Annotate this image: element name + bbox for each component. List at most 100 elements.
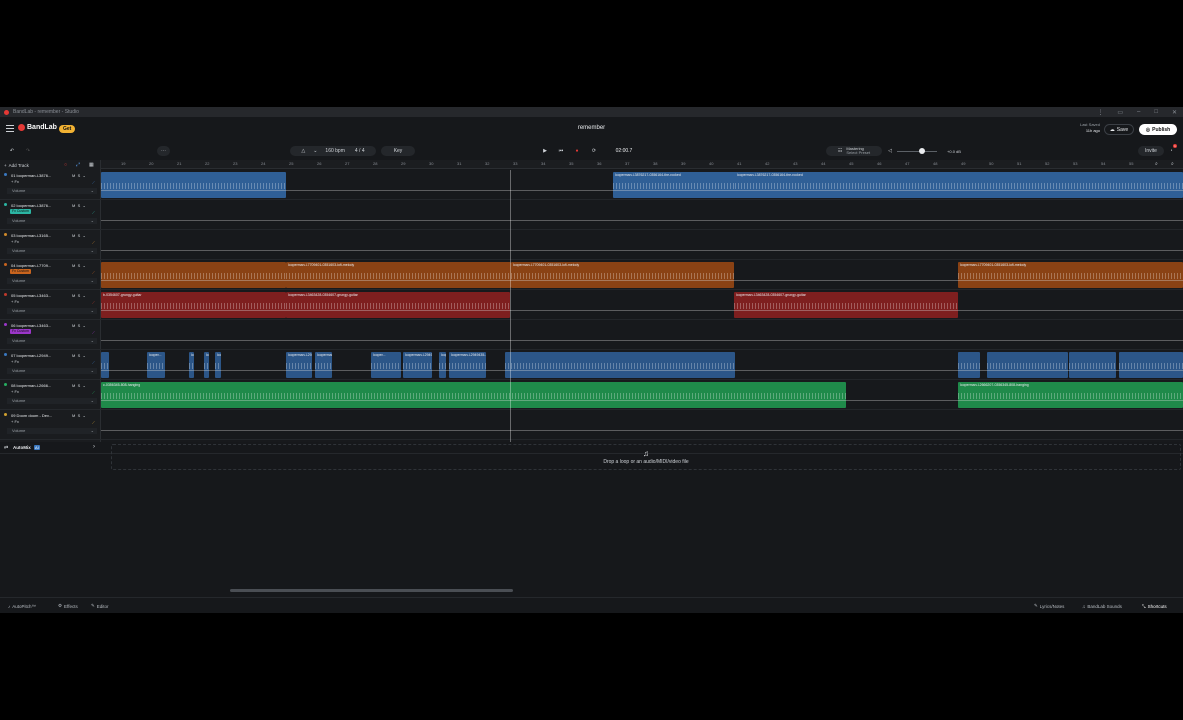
audio-clip[interactable]: c-0356345-808-hanging [101, 382, 846, 408]
track-lane[interactable]: looper... looperman... loope... looper... lo… [101, 350, 1183, 380]
bandlab-sounds-button[interactable]: ♫ BandLab Sounds [1082, 602, 1122, 610]
fx-power-icon[interactable]: ⟋ [92, 300, 95, 305]
audio-clip[interactable]: looperman-l-7709401-0351603-lofi-melody [286, 262, 511, 288]
add-track-button[interactable]: + Add Track [4, 162, 29, 169]
fx-custom-tag[interactable]: Fx Custom [10, 209, 31, 214]
track-header[interactable]: 08 looperman-l-2666... M S ⌄ + Fx ⟋ Volume ⌄ [0, 380, 101, 410]
volume-automation-line[interactable] [101, 340, 1183, 341]
audio-clip[interactable]: looperman-l-2949435-0350095-guerrero-kus… [315, 352, 332, 378]
fx-button[interactable]: + Fx [11, 179, 19, 184]
maximize-icon[interactable]: □ [1154, 109, 1158, 115]
volume-automation-select[interactable]: Volume ⌄ [7, 338, 97, 344]
fx-power-icon[interactable]: ⟋ [92, 420, 95, 425]
snap-icon[interactable]: ⤢ [76, 162, 80, 168]
mute-solo-buttons[interactable]: M S ⌄ [72, 413, 86, 418]
volume-automation-line[interactable] [101, 400, 1183, 401]
fx-button[interactable]: + Fx [11, 389, 19, 394]
mute-solo-buttons[interactable]: M S ⌄ [72, 173, 86, 178]
track-lane[interactable] [101, 320, 1183, 350]
volume-automation-select[interactable]: Volume ⌄ [7, 428, 97, 434]
playhead[interactable] [510, 170, 511, 442]
lyrics-notes-button[interactable]: ✎ Lyrics/Notes [1034, 602, 1064, 610]
fx-power-icon[interactable]: ⟋ [92, 240, 95, 245]
publish-button[interactable]: ◎ Publish [1139, 124, 1177, 135]
track-name[interactable]: 02 looperman-l-3876... [11, 203, 57, 208]
shortcuts-button[interactable]: ⤡ Shortcuts [1142, 602, 1167, 610]
volume-automation-select[interactable]: Volume ⌄ [7, 308, 97, 314]
fx-custom-tag[interactable]: Fx Custom [10, 329, 31, 334]
time-signature[interactable]: 4 / 4 [355, 148, 365, 154]
mute-solo-buttons[interactable]: M S ⌄ [72, 233, 86, 238]
fx-custom-tag[interactable]: Fx Custom [10, 269, 31, 274]
audio-clip[interactable]: looperman-l-2949435-... [449, 352, 486, 378]
track-name[interactable]: 06 looperman-l-3463... [11, 323, 57, 328]
audio-clip[interactable] [101, 262, 286, 288]
volume-automation-line[interactable] [101, 190, 1183, 191]
track-name[interactable]: 08 looperman-l-2666... [11, 383, 57, 388]
track-header[interactable]: 05 looperman-l-3463... M S ⌄ + Fx ⟋ Volume ⌄ [0, 290, 101, 320]
volume-automation-line[interactable] [101, 220, 1183, 221]
track-name[interactable]: 09 Doom doom - Dev... [11, 413, 57, 418]
timeline-ruler[interactable]: 19 20 21 22 23 24 25 26 27 28 29 30 31 32 33 34 35 36 37 38… [101, 160, 1183, 169]
track-arm-icon[interactable] [4, 353, 7, 356]
audio-clip[interactable]: looperman-l-7709401-0351603-lofi-melody [511, 262, 734, 288]
mute-solo-buttons[interactable]: M S ⌄ [72, 263, 86, 268]
track-lane[interactable] [101, 200, 1183, 230]
fx-button[interactable]: + Fx [11, 299, 19, 304]
loop-icon[interactable]: ⟳ [589, 146, 599, 156]
track-lanes[interactable]: looperman-l-3876217-0356164-the-rocked lo… [101, 170, 1183, 442]
volume-automation-select[interactable]: Volume ⌄ [7, 218, 97, 224]
fx-power-icon[interactable]: ⟋ [92, 390, 95, 395]
audio-clip[interactable]: looperman-l-3463428-0354607-grungy-guita… [286, 292, 510, 318]
volume-automation-line[interactable] [101, 310, 1183, 311]
audio-clip[interactable] [1119, 352, 1183, 378]
track-lane[interactable]: c-0356345-808-hanging looperman-l-2666207… [101, 380, 1183, 410]
audio-clip[interactable]: looperman-l-29... [286, 352, 312, 378]
track-header[interactable]: 09 Doom doom - Dev... M S ⌄ + Fx ⟋ Volume ⌄ [0, 410, 101, 440]
audio-clip[interactable]: looper... [147, 352, 165, 378]
track-arm-icon[interactable] [4, 263, 7, 266]
zoom-in-icon[interactable]: ⌕ [1171, 161, 1174, 167]
metronome-icon[interactable]: △ [301, 148, 305, 154]
audio-clip[interactable] [101, 172, 286, 198]
audio-clip[interactable]: looper... [215, 352, 221, 378]
track-lane[interactable]: b-0354607-grungy-guitar looperman-l-34634… [101, 290, 1183, 320]
track-lane[interactable] [101, 230, 1183, 260]
chevron-down-icon[interactable]: ⌄ [313, 148, 317, 154]
editor-button[interactable]: ✎ Editor [91, 602, 109, 610]
record-arm-all-icon[interactable]: ○ [64, 162, 67, 168]
fx-power-icon[interactable]: ⟋ [92, 210, 95, 215]
autopitch-button[interactable]: ♪ AutoPitch™ [8, 602, 36, 610]
automix-chevron-icon[interactable]: › [93, 444, 95, 450]
track-header[interactable]: 07 looperman-l-2949... M S ⌄ + Fx ⟋ Volume ⌄ [0, 350, 101, 380]
fx-power-icon[interactable]: ⟋ [92, 330, 95, 335]
track-arm-icon[interactable] [4, 233, 7, 236]
track-header[interactable]: 02 looperman-l-3876... M S ⌄ Fx Custom ⟋ Vol… [0, 200, 101, 230]
save-button[interactable]: ☁ Save [1104, 124, 1134, 135]
audio-clip[interactable] [1069, 352, 1116, 378]
invite-button[interactable]: Invite [1138, 146, 1164, 156]
audio-clip[interactable]: looperman-l-2949435... [439, 352, 446, 378]
audio-clip[interactable]: looperman-l-3876217-0356164-the-rocked [735, 172, 1183, 198]
window-menu-icon[interactable]: ▭ [1117, 109, 1123, 116]
redo-icon[interactable]: ↷ [22, 146, 34, 156]
track-name[interactable]: 05 looperman-l-3463... [11, 293, 57, 298]
play-icon[interactable]: ▶ [540, 146, 550, 156]
track-arm-icon[interactable] [4, 293, 7, 296]
track-arm-icon[interactable] [4, 323, 7, 326]
grid-icon[interactable]: ▦ [89, 162, 94, 168]
track-name[interactable]: 03 looperman-l-3165... [11, 233, 57, 238]
track-header[interactable]: 01 looperman-l-3876... M S ⌄ + Fx ⟋ Volume ⌄ [0, 170, 101, 200]
volume-automation-line[interactable] [101, 280, 1183, 281]
minimize-icon[interactable]: – [1137, 109, 1140, 115]
fx-button[interactable]: + Fx [11, 239, 19, 244]
drop-zone[interactable]: ♫ Drop a loop or an audio/MIDI/video fil… [111, 444, 1181, 470]
volume-automation-select[interactable]: Volume ⌄ [7, 398, 97, 404]
close-window-icon[interactable]: ✕ [1172, 109, 1177, 116]
mute-solo-buttons[interactable]: M S ⌄ [72, 293, 86, 298]
audio-clip[interactable]: looperman-l-7709401-0351603-lofi-melody [958, 262, 1183, 288]
track-name[interactable]: 04 looperman-l-7709... [11, 263, 57, 268]
volume-automation-line[interactable] [101, 370, 1183, 371]
track-arm-icon[interactable] [4, 173, 7, 176]
key-button[interactable]: Key [381, 146, 415, 156]
